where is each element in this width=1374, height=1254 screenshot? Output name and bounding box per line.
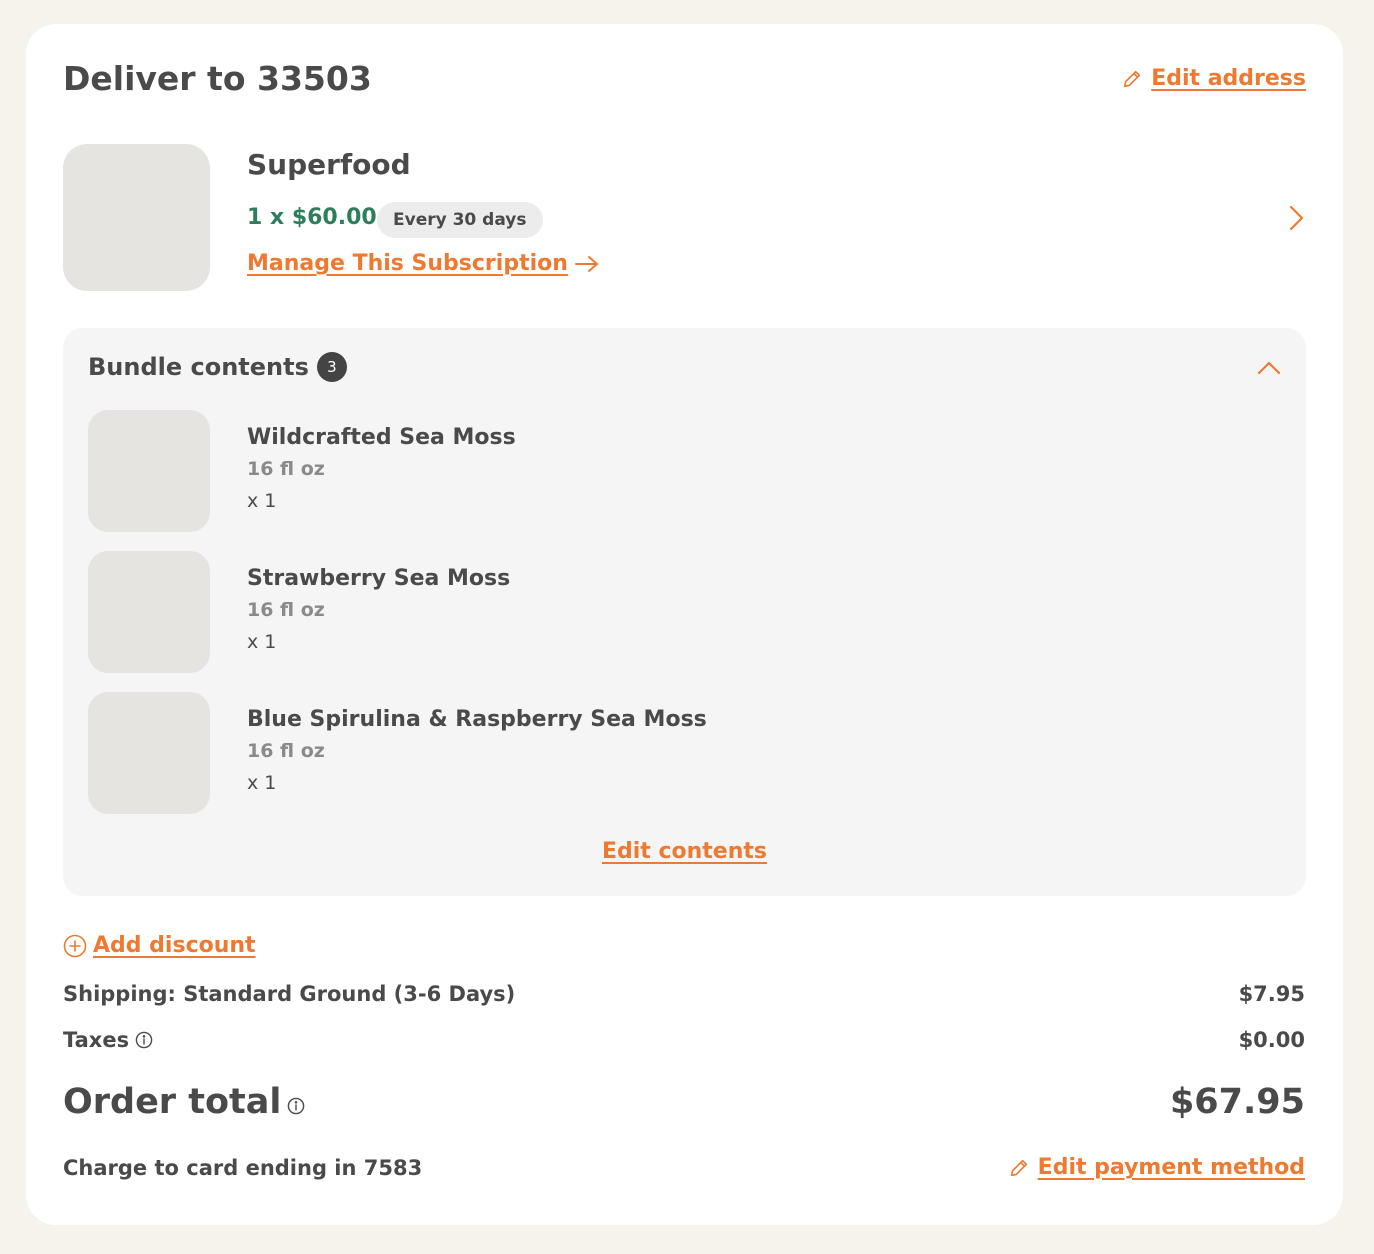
pencil-icon [1010,1159,1027,1176]
order-total-label: Order total [63,1082,282,1122]
edit-contents-row: Edit contents [63,839,1306,864]
product-image [63,144,210,291]
order-total-value: $67.95 [1169,1082,1305,1122]
taxes-value: $0.00 [1238,1028,1305,1052]
bundle-title: Bundle contents 3 [88,352,347,382]
add-discount-link[interactable]: Add discount [63,933,256,958]
bundle-item-image [88,551,210,673]
bundle-item-name: Blue Spirulina & Raspberry Sea Moss [247,707,707,732]
page-title: Deliver to 33503 [63,59,372,98]
shipping-value: $7.95 [1238,982,1305,1006]
taxes-row: Taxes [63,1028,153,1052]
product-price: 1 x $60.00 [247,205,377,230]
bundle-item: Strawberry Sea Moss 16 fl oz x 1 [88,551,1278,673]
order-summary-card: Deliver to 33503 Edit address Superfood … [26,24,1343,1225]
bundle-item-image [88,692,210,814]
manage-subscription-label[interactable]: Manage This Subscription [247,251,568,276]
taxes-label: Taxes [63,1028,130,1052]
bundle-item-size: 16 fl oz [247,599,325,621]
bundle-item-size: 16 fl oz [247,458,325,480]
product-name: Superfood [247,148,411,181]
bundle-title-label: Bundle contents [88,353,309,381]
bundle-item-qty: x 1 [247,631,277,653]
plus-circle-icon [63,934,87,957]
bundle-contents-panel: Bundle contents 3 Wildcrafted Sea Moss 1… [63,328,1306,896]
edit-payment-label[interactable]: Edit payment method [1038,1155,1305,1180]
bundle-item-size: 16 fl oz [247,740,325,762]
edit-contents-link[interactable]: Edit contents [602,839,767,864]
charge-card-text: Charge to card ending in 7583 [63,1156,423,1180]
bundle-item-name: Wildcrafted Sea Moss [247,425,516,450]
info-icon[interactable] [135,1031,153,1049]
bundle-item-image [88,410,210,532]
edit-address-label[interactable]: Edit address [1151,66,1306,91]
info-icon[interactable] [287,1097,305,1115]
add-discount-label[interactable]: Add discount [93,933,256,958]
pencil-icon [1124,70,1141,87]
bundle-item-name: Strawberry Sea Moss [247,566,511,591]
edit-address-link[interactable]: Edit address [1121,66,1306,91]
shipping-label: Shipping: Standard Ground (3-6 Days) [63,982,516,1006]
order-total-row: Order total [63,1082,305,1122]
bundle-item-qty: x 1 [247,772,277,794]
chevron-right-icon[interactable] [1285,204,1307,232]
bundle-item-qty: x 1 [247,490,277,512]
edit-payment-link[interactable]: Edit payment method [1008,1155,1305,1180]
chevron-up-icon[interactable] [1256,358,1282,376]
bundle-count-badge: 3 [316,352,347,382]
frequency-badge: Every 30 days [377,202,543,238]
bundle-item: Wildcrafted Sea Moss 16 fl oz x 1 [88,410,1278,532]
arrow-right-icon [574,255,598,272]
bundle-item: Blue Spirulina & Raspberry Sea Moss 16 f… [88,692,1278,814]
manage-subscription-link[interactable]: Manage This Subscription [247,251,600,276]
